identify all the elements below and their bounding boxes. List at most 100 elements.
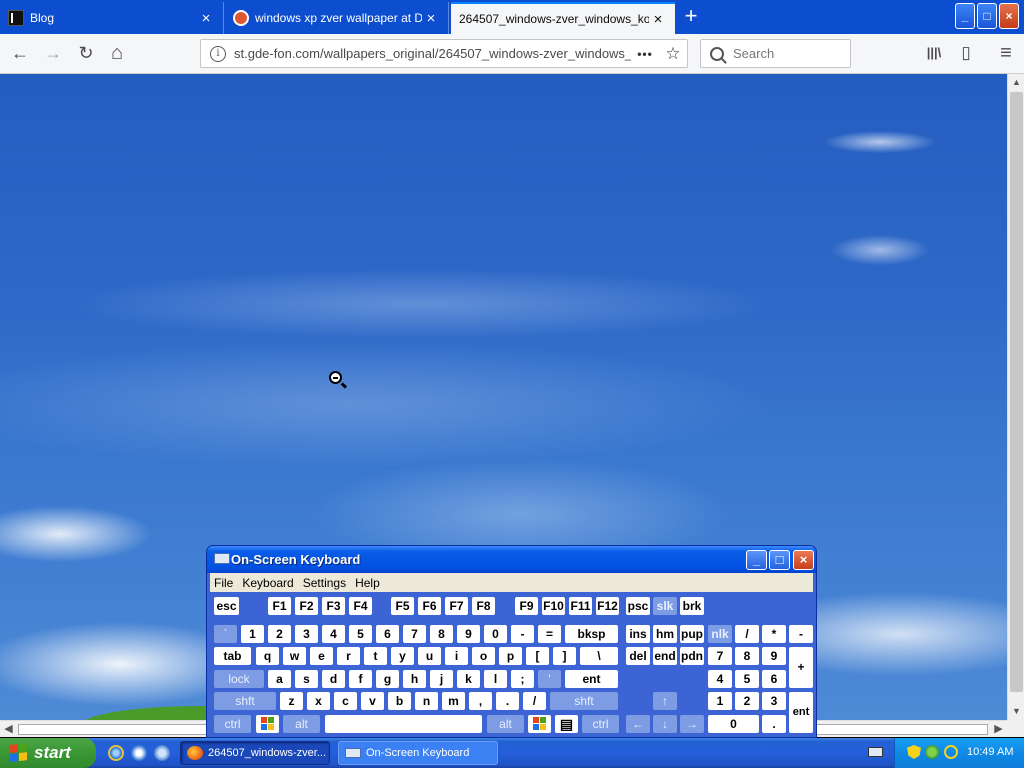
key-o[interactable]: o bbox=[472, 647, 495, 665]
osk-close-button[interactable]: × bbox=[793, 550, 814, 570]
menu-help[interactable]: Help bbox=[351, 576, 385, 590]
site-info-icon[interactable]: i bbox=[210, 45, 226, 62]
search-tray-icon[interactable] bbox=[944, 745, 958, 759]
key-u[interactable]: u bbox=[418, 647, 441, 665]
key-semicolon[interactable]: ; bbox=[511, 670, 534, 688]
media-player-icon[interactable] bbox=[154, 745, 170, 761]
key-2[interactable]: 2 bbox=[268, 625, 291, 643]
key-g[interactable]: g bbox=[376, 670, 399, 688]
key-r[interactable]: r bbox=[337, 647, 360, 665]
key-lbracket[interactable]: [ bbox=[526, 647, 549, 665]
key-x[interactable]: x bbox=[307, 692, 330, 710]
key-num-3[interactable]: 3 bbox=[762, 692, 786, 710]
key-tab[interactable]: tab bbox=[214, 647, 251, 665]
key-num-9[interactable]: 9 bbox=[762, 647, 786, 665]
taskbar-osk-window[interactable]: On-Screen Keyboard bbox=[338, 741, 498, 765]
key-z[interactable]: z bbox=[280, 692, 303, 710]
key-f6[interactable]: F6 bbox=[418, 597, 441, 615]
key-f8[interactable]: F8 bbox=[472, 597, 495, 615]
library-icon[interactable]: |||\ bbox=[920, 41, 948, 67]
key-psc[interactable]: psc bbox=[626, 597, 650, 615]
key-3[interactable]: 3 bbox=[295, 625, 318, 643]
key-brk[interactable]: brk bbox=[680, 597, 704, 615]
osk-titlebar[interactable]: On-Screen Keyboard _ □ × bbox=[207, 546, 816, 573]
key-num-5[interactable]: 5 bbox=[735, 670, 759, 688]
key-b[interactable]: b bbox=[388, 692, 411, 710]
key-m[interactable]: m bbox=[442, 692, 465, 710]
key-num-plus[interactable]: + bbox=[789, 647, 813, 688]
key-n[interactable]: n bbox=[415, 692, 438, 710]
key-quote[interactable]: ' bbox=[538, 670, 561, 688]
key-num-decimal[interactable]: . bbox=[762, 715, 786, 733]
key-1[interactable]: 1 bbox=[241, 625, 264, 643]
key-space[interactable] bbox=[325, 715, 482, 733]
key-numlock[interactable]: nlk bbox=[708, 625, 732, 643]
key-c[interactable]: c bbox=[334, 692, 357, 710]
key-t[interactable]: t bbox=[364, 647, 387, 665]
key-arrow-up[interactable]: ↑ bbox=[653, 692, 677, 710]
key-comma[interactable]: , bbox=[469, 692, 492, 710]
key-pdn[interactable]: pdn bbox=[680, 647, 704, 665]
key-f12[interactable]: F12 bbox=[596, 597, 619, 615]
key-f2[interactable]: F2 bbox=[295, 597, 318, 615]
network-icon[interactable] bbox=[925, 745, 939, 759]
key-a[interactable]: a bbox=[268, 670, 291, 688]
key-0[interactable]: 0 bbox=[484, 625, 507, 643]
key-d[interactable]: d bbox=[322, 670, 345, 688]
key-backslash[interactable]: \ bbox=[580, 647, 618, 665]
minimize-window-button[interactable]: _ bbox=[955, 3, 975, 29]
key-minus[interactable]: - bbox=[511, 625, 534, 643]
close-tab-icon[interactable]: × bbox=[649, 11, 667, 28]
key-5[interactable]: 5 bbox=[349, 625, 372, 643]
key-context-menu[interactable]: ▤ bbox=[555, 715, 578, 733]
key-left-windows[interactable] bbox=[256, 715, 279, 733]
key-num-0[interactable]: 0 bbox=[708, 715, 759, 733]
url-bar[interactable]: i st.gde-fon.com/wallpapers_original/264… bbox=[200, 39, 688, 68]
tab-blog[interactable]: Blog × bbox=[0, 2, 224, 34]
key-f3[interactable]: F3 bbox=[322, 597, 345, 615]
key-num-8[interactable]: 8 bbox=[735, 647, 759, 665]
show-desktop-icon[interactable] bbox=[131, 745, 147, 761]
search-bar[interactable] bbox=[700, 39, 851, 68]
key-num-enter[interactable]: ent bbox=[789, 692, 813, 733]
key-num-divide[interactable]: / bbox=[735, 625, 759, 643]
keyboard-tray-icon[interactable] bbox=[868, 747, 883, 757]
close-tab-icon[interactable]: × bbox=[422, 10, 440, 27]
key-v[interactable]: v bbox=[361, 692, 384, 710]
sidebar-icon[interactable]: ▯ bbox=[952, 41, 980, 67]
key-end[interactable]: end bbox=[653, 647, 677, 665]
key-left-alt[interactable]: alt bbox=[283, 715, 320, 733]
osk-minimize-button[interactable]: _ bbox=[746, 550, 767, 570]
key-f1[interactable]: F1 bbox=[268, 597, 291, 615]
internet-explorer-icon[interactable] bbox=[108, 745, 124, 761]
scroll-up-icon[interactable]: ▲ bbox=[1008, 74, 1024, 91]
key-l[interactable]: l bbox=[484, 670, 507, 688]
key-num-minus[interactable]: - bbox=[789, 625, 813, 643]
key-right-shift[interactable]: shft bbox=[550, 692, 618, 710]
maximize-window-button[interactable]: □ bbox=[977, 3, 997, 29]
key-j[interactable]: j bbox=[430, 670, 453, 688]
key-enter[interactable]: ent bbox=[565, 670, 618, 688]
key-ins[interactable]: ins bbox=[626, 625, 650, 643]
menu-file[interactable]: File bbox=[210, 576, 238, 590]
key-backspace[interactable]: bksp bbox=[565, 625, 618, 643]
close-tab-icon[interactable]: × bbox=[197, 10, 215, 27]
key-rbracket[interactable]: ] bbox=[553, 647, 576, 665]
key-num-1[interactable]: 1 bbox=[708, 692, 732, 710]
key-f11[interactable]: F11 bbox=[569, 597, 592, 615]
key-num-7[interactable]: 7 bbox=[708, 647, 732, 665]
key-9[interactable]: 9 bbox=[457, 625, 480, 643]
security-shield-icon[interactable] bbox=[907, 745, 921, 759]
vertical-scroll-thumb[interactable] bbox=[1010, 92, 1023, 692]
scroll-right-icon[interactable]: ▶ bbox=[990, 721, 1007, 738]
key-f10[interactable]: F10 bbox=[542, 597, 565, 615]
key-4[interactable]: 4 bbox=[322, 625, 345, 643]
key-right-ctrl[interactable]: ctrl bbox=[582, 715, 619, 733]
key-hm[interactable]: hm bbox=[653, 625, 677, 643]
menu-keyboard[interactable]: Keyboard bbox=[238, 576, 298, 590]
key-esc[interactable]: esc bbox=[214, 597, 239, 615]
key-pup[interactable]: pup bbox=[680, 625, 704, 643]
home-button[interactable]: ⌂ bbox=[103, 41, 131, 67]
key-period[interactable]: . bbox=[496, 692, 519, 710]
scroll-left-icon[interactable]: ◀ bbox=[0, 721, 17, 738]
